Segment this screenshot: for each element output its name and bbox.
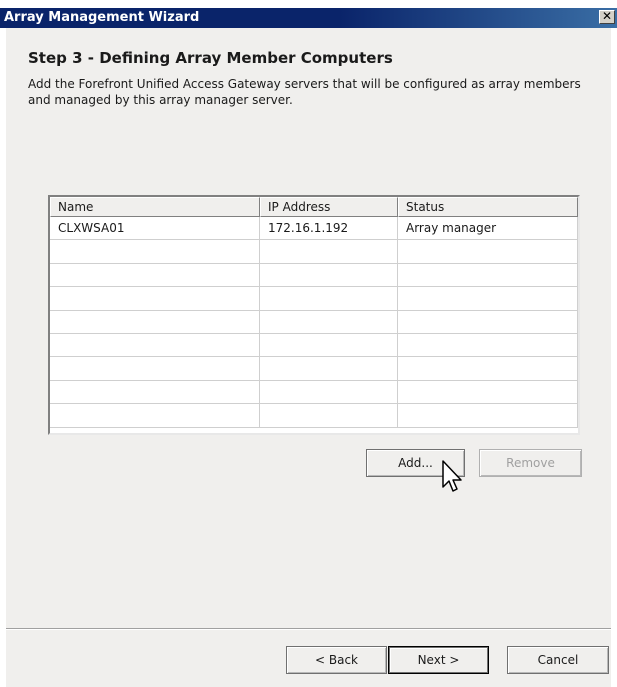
column-header-ip-address[interactable]: IP Address — [260, 197, 398, 217]
cell-ip-address: 172.16.1.192 — [260, 217, 398, 241]
array-management-wizard-window: Array Management Wizard ✕ Step 3 - Defin… — [0, 0, 617, 687]
cell-name: CLXWSA01 — [50, 217, 260, 241]
footer-separator — [6, 628, 611, 630]
remove-button[interactable]: Remove — [479, 449, 582, 477]
column-header-name[interactable]: Name — [50, 197, 260, 217]
empty-table-row — [50, 333, 578, 358]
empty-cell — [398, 310, 578, 334]
back-button[interactable]: < Back — [286, 646, 387, 674]
list-body: CLXWSA01 172.16.1.192 Array manager — [50, 217, 578, 428]
empty-cell — [260, 380, 398, 405]
empty-cell — [50, 404, 260, 428]
empty-cell — [50, 357, 260, 381]
empty-table-row — [50, 380, 578, 405]
list-header: Name IP Address Status — [50, 197, 578, 217]
array-members-list[interactable]: Name IP Address Status CLXWSA01 172.16.1.… — [48, 195, 580, 435]
cancel-button[interactable]: Cancel — [507, 646, 609, 674]
empty-table-row — [50, 310, 578, 334]
empty-cell — [50, 240, 260, 264]
empty-table-row — [50, 263, 578, 288]
empty-table-row — [50, 287, 578, 311]
close-button[interactable]: ✕ — [599, 10, 615, 24]
empty-cell — [398, 404, 578, 428]
empty-cell — [398, 263, 578, 288]
empty-table-row — [50, 404, 578, 428]
empty-cell — [260, 333, 398, 358]
empty-cell — [260, 263, 398, 288]
empty-cell — [50, 380, 260, 405]
empty-cell — [50, 287, 260, 311]
empty-table-row — [50, 357, 578, 381]
table-row[interactable]: CLXWSA01 172.16.1.192 Array manager — [50, 217, 578, 241]
close-icon: ✕ — [601, 9, 613, 23]
empty-cell — [50, 263, 260, 288]
empty-cell — [260, 404, 398, 428]
empty-cell — [398, 380, 578, 405]
empty-cell — [398, 357, 578, 381]
title-bar: Array Management Wizard ✕ — [0, 8, 617, 28]
empty-cell — [260, 357, 398, 381]
empty-cell — [260, 310, 398, 334]
empty-cell — [260, 240, 398, 264]
step-title: Step 3 - Defining Array Member Computers — [28, 49, 393, 67]
step-description: Add the Forefront Unified Access Gateway… — [28, 77, 581, 107]
empty-cell — [398, 240, 578, 264]
window-title: Array Management Wizard — [4, 10, 200, 25]
mouse-pointer-icon — [442, 460, 462, 492]
empty-cell — [50, 333, 260, 358]
empty-table-row — [50, 240, 578, 264]
cell-status: Array manager — [398, 217, 578, 241]
empty-cell — [50, 310, 260, 334]
next-button[interactable]: Next > — [388, 646, 489, 674]
empty-cell — [260, 287, 398, 311]
column-header-status[interactable]: Status — [398, 197, 578, 217]
empty-cell — [398, 333, 578, 358]
empty-cell — [398, 287, 578, 311]
